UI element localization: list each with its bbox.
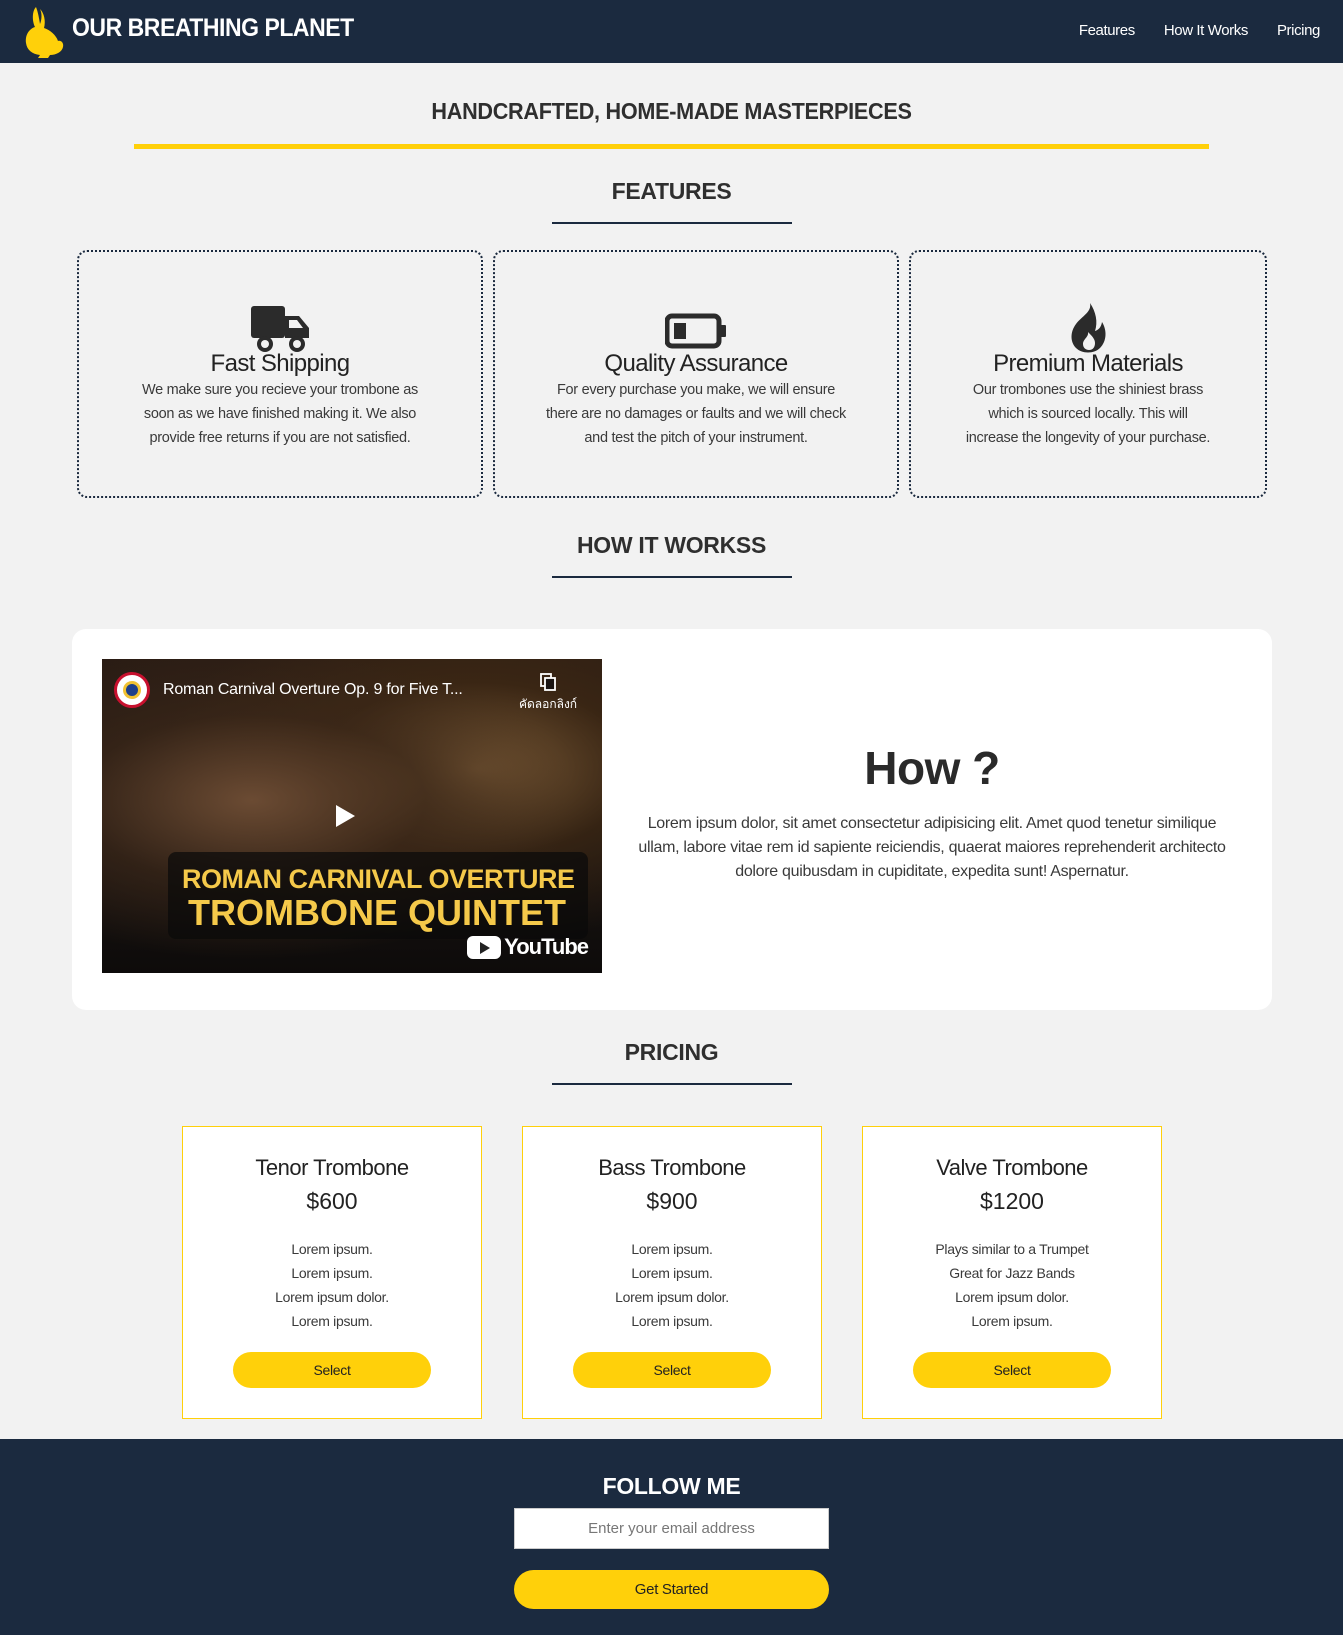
feature-card-quality: Quality Assurance For every purchase you… <box>493 250 899 498</box>
youtube-wordmark: YouTube <box>504 934 589 959</box>
footer-title: FOLLOW ME <box>602 1473 741 1499</box>
site-footer: FOLLOW ME Get Started <box>0 1439 1343 1635</box>
nav-link-features[interactable]: Features <box>1079 22 1135 39</box>
main-nav: Features How It Works Pricing <box>1079 22 1321 39</box>
channel-avatar[interactable] <box>114 672 150 708</box>
plan-feature: Lorem ipsum. <box>971 1313 1053 1329</box>
caption-line-1: ROMAN CARNIVAL OVERTURE <box>182 864 575 894</box>
get-started-button[interactable]: Get Started <box>514 1570 829 1609</box>
pricing-card-valve: Valve Trombone $1200 Plays similar to a … <box>862 1126 1162 1419</box>
youtube-video-embed[interactable]: Roman Carnival Overture Op. 9 for Five T… <box>102 659 602 973</box>
plan-price: $600 <box>306 1188 358 1214</box>
plan-name: Valve Trombone <box>936 1155 1088 1180</box>
plan-feature: Lorem ipsum dolor. <box>955 1289 1069 1305</box>
pricing-card-bass: Bass Trombone $900 Lorem ipsum. Lorem ip… <box>522 1126 822 1419</box>
plan-feature: Lorem ipsum. <box>291 1313 373 1329</box>
select-tenor-button[interactable]: Select <box>233 1352 431 1388</box>
site-header: OUR BREATHING PLANET Features How It Wor… <box>0 0 1343 63</box>
nav-link-how-it-works[interactable]: How It Works <box>1164 22 1249 39</box>
plan-price: $900 <box>646 1188 698 1214</box>
email-field[interactable] <box>514 1508 829 1549</box>
plan-price: $1200 <box>980 1188 1044 1214</box>
feature-title: Fast Shipping <box>210 350 351 377</box>
plan-features: Lorem ipsum. Lorem ipsum. Lorem ipsum do… <box>523 1237 821 1333</box>
hero-title: HANDCRAFTED, HOME-MADE MASTERPIECES <box>431 98 912 124</box>
features-divider <box>552 222 792 224</box>
plan-feature: Lorem ipsum dolor. <box>615 1289 729 1305</box>
plan-name: Bass Trombone <box>598 1155 746 1180</box>
feature-title: Quality Assurance <box>604 350 788 377</box>
how-it-works-divider <box>552 576 792 578</box>
feature-text: We make sure you recieve your trombone a… <box>142 382 418 446</box>
how-it-works-title: HOW IT WORKSS <box>576 532 767 558</box>
play-icon <box>336 805 355 827</box>
truck-icon <box>251 306 309 352</box>
feature-card-materials: Premium Materials Our trombones use the … <box>909 250 1267 498</box>
feature-title: Premium Materials <box>993 350 1183 377</box>
how-description: Lorem ipsum dolor, sit amet consectetur … <box>638 815 1226 880</box>
pricing-card-tenor: Tenor Trombone $600 Lorem ipsum. Lorem i… <box>182 1126 482 1419</box>
caption-line-2: TROMBONE QUINTET <box>188 892 566 933</box>
rabbit-icon[interactable] <box>18 5 66 59</box>
how-heading: How ? <box>864 742 1000 794</box>
copy-link-button[interactable]: คัดลอกลิงก์ <box>516 673 580 714</box>
youtube-icon <box>467 935 502 959</box>
plan-feature: Plays similar to a Trumpet <box>935 1241 1089 1257</box>
plan-features: Plays similar to a Trumpet Great for Jaz… <box>863 1237 1161 1333</box>
fire-icon <box>1071 303 1106 353</box>
pricing-title: PRICING <box>624 1039 719 1065</box>
feature-text: For every purchase you make, we will ens… <box>546 382 846 446</box>
feature-text: Our trombones use the shiniest brass whi… <box>965 382 1211 446</box>
brand-name[interactable]: OUR BREATHING PLANET <box>72 14 354 43</box>
plan-feature: Lorem ipsum. <box>631 1241 713 1257</box>
pricing-divider <box>552 1083 792 1085</box>
select-valve-button[interactable]: Select <box>913 1352 1111 1388</box>
plan-feature: Lorem ipsum. <box>291 1241 373 1257</box>
plan-feature: Lorem ipsum. <box>631 1313 713 1329</box>
copy-link-label: คัดลอกลิงก์ <box>518 697 578 711</box>
how-it-works-panel: Roman Carnival Overture Op. 9 for Five T… <box>72 629 1272 1010</box>
plan-features: Lorem ipsum. Lorem ipsum. Lorem ipsum do… <box>183 1237 481 1333</box>
video-title[interactable]: Roman Carnival Overture Op. 9 for Five T… <box>163 681 463 699</box>
nav-link-pricing[interactable]: Pricing <box>1277 22 1320 39</box>
plan-feature: Lorem ipsum dolor. <box>275 1289 389 1305</box>
youtube-logo[interactable]: YouTube <box>467 934 589 960</box>
feature-card-shipping: Fast Shipping We make sure you recieve y… <box>77 250 483 498</box>
select-bass-button[interactable]: Select <box>573 1352 771 1388</box>
features-title: FEATURES <box>611 178 732 204</box>
plan-feature: Lorem ipsum. <box>631 1265 713 1281</box>
battery-icon <box>665 313 726 349</box>
copy-icon <box>540 673 556 691</box>
play-button[interactable] <box>320 795 370 837</box>
video-caption: ROMAN CARNIVAL OVERTURE TROMBONE QUINTET <box>168 852 588 939</box>
plan-feature: Lorem ipsum. <box>291 1265 373 1281</box>
plan-feature: Great for Jazz Bands <box>949 1265 1075 1281</box>
hero-divider <box>134 144 1209 149</box>
plan-name: Tenor Trombone <box>255 1155 409 1180</box>
